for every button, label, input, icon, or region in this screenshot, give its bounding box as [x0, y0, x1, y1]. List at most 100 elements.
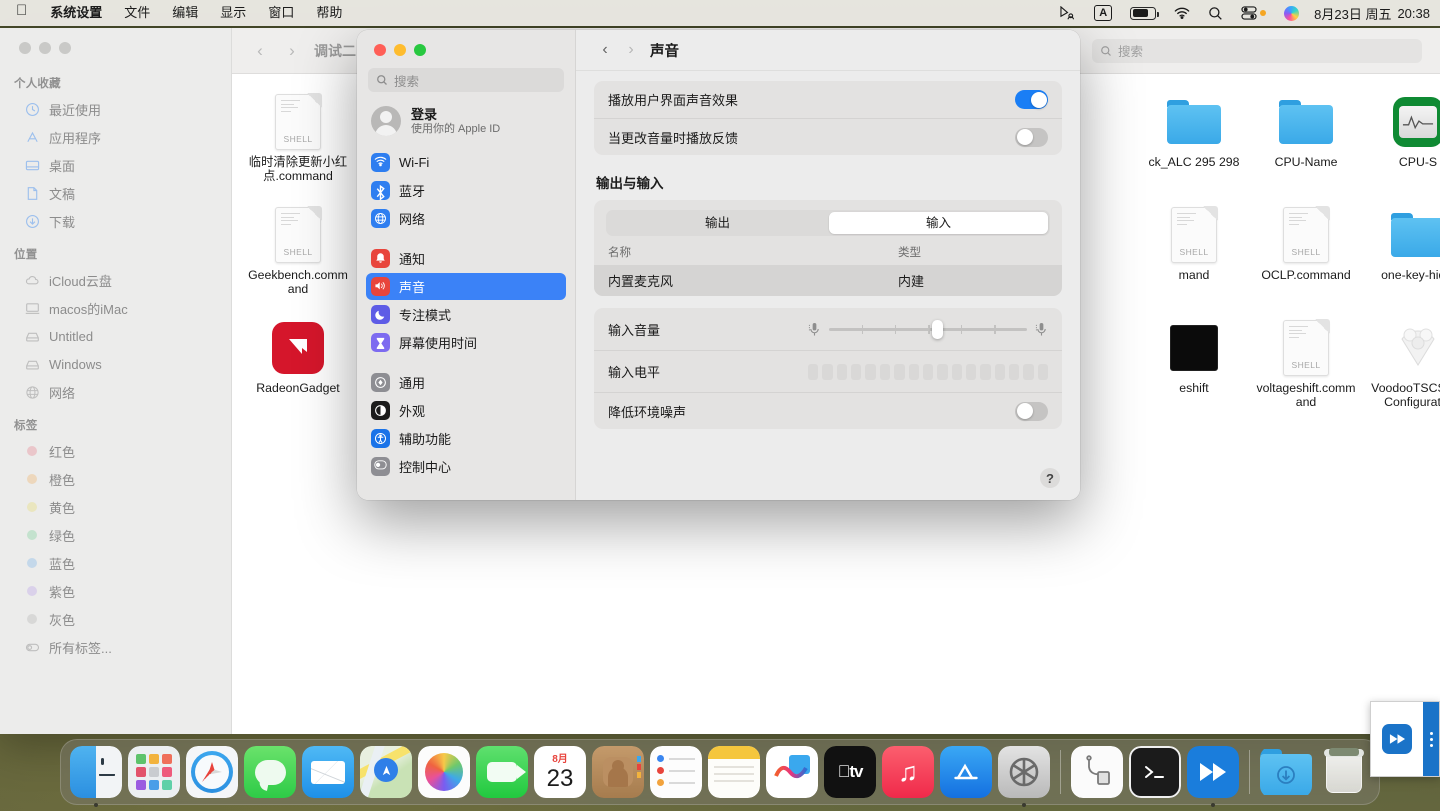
dock-item-[interactable]: ♫: [882, 746, 934, 798]
battery-icon[interactable]: [1121, 7, 1165, 20]
dock-item-finder[interactable]: [70, 746, 122, 798]
system-settings-window[interactable]: 搜索 登录 使用你的 Apple ID Wi-Fi蓝牙网络通知声音专注模式屏幕使…: [357, 30, 1080, 500]
file-item[interactable]: SHELL临时清除更新小红点.command: [242, 88, 354, 201]
sidebar-item-[interactable]: 橙色: [8, 465, 223, 493]
file-item[interactable]: VoodooTSCSync Configurator: [1362, 314, 1440, 427]
notes-icon[interactable]: [708, 746, 760, 798]
input-volume-row[interactable]: 输入音量: [594, 308, 1062, 350]
menubar-date[interactable]: 8月23日 周五: [1308, 4, 1391, 23]
menu-item-view[interactable]: 显示: [209, 0, 257, 26]
freeform-icon[interactable]: [766, 746, 818, 798]
sidebar-item-[interactable]: 红色: [8, 437, 223, 465]
menu-item-app[interactable]: 系统设置: [39, 0, 113, 26]
dock-item-[interactable]: [708, 746, 760, 798]
finder-minimize-button[interactable]: [39, 42, 51, 54]
appstore-icon[interactable]: [940, 746, 992, 798]
settings-sidebar-item-[interactable]: 蓝牙: [366, 177, 566, 204]
apple-id-signin-row[interactable]: 登录 使用你的 Apple ID: [357, 102, 575, 148]
settings-sidebar-item-[interactable]: 通用: [366, 369, 566, 396]
dock-item-[interactable]: [592, 746, 644, 798]
input-source-A-icon[interactable]: A: [1085, 5, 1121, 21]
tab-output[interactable]: 输出: [608, 212, 827, 234]
contacts-icon[interactable]: [592, 746, 644, 798]
settings-sidebar-item-[interactable]: 外观: [366, 397, 566, 424]
dock-item-[interactable]: [418, 746, 470, 798]
finder-close-button[interactable]: [19, 42, 31, 54]
todesk-icon[interactable]: [1187, 746, 1239, 798]
input-volume-knob[interactable]: [932, 320, 943, 339]
terminal-icon[interactable]: [1129, 746, 1181, 798]
dock-item-[interactable]: [302, 746, 354, 798]
dock-item-todesk[interactable]: [1187, 746, 1239, 798]
file-item[interactable]: ck_ALC 295 298: [1138, 88, 1250, 201]
sidebar-item-[interactable]: 应用程序: [8, 123, 223, 151]
settings-sidebar-item-[interactable]: 屏幕使用时间: [366, 329, 566, 356]
file-item[interactable]: one-key-hidpi: [1362, 201, 1440, 314]
maps-icon[interactable]: [360, 746, 412, 798]
trash-icon[interactable]: [1318, 746, 1370, 798]
dock-item-[interactable]: [244, 746, 296, 798]
control-center-icon[interactable]: [1232, 6, 1275, 20]
ui-sound-effects-row[interactable]: 播放用户界面声音效果: [594, 81, 1062, 118]
file-item[interactable]: SHELLOCLP.command: [1250, 201, 1362, 314]
settings-zoom-button[interactable]: [414, 44, 426, 56]
sidebar-item-[interactable]: 黄色: [8, 493, 223, 521]
sidebar-item-untitled[interactable]: Untitled: [8, 322, 223, 350]
settings-sidebar-item-[interactable]: 网络: [366, 205, 566, 232]
siri-icon[interactable]: [1275, 6, 1308, 21]
dock-item-[interactable]: [128, 746, 180, 798]
sidebar-item-[interactable]: 文稿: [8, 179, 223, 207]
downloads-folder-icon[interactable]: [1260, 746, 1312, 798]
photos-icon[interactable]: [418, 746, 470, 798]
settings-sidebar-item-wi-fi[interactable]: Wi-Fi: [366, 149, 566, 176]
screen-sharing-icon[interactable]: [1050, 6, 1085, 20]
dock-item-[interactable]: [1260, 746, 1312, 798]
messages-icon[interactable]: [244, 746, 296, 798]
dock-item-safari[interactable]: [186, 746, 238, 798]
file-item[interactable]: CPU-Name: [1250, 88, 1362, 201]
finder-back-button[interactable]: ‹: [250, 41, 270, 61]
file-item[interactable]: CPU-S: [1362, 88, 1440, 201]
settings-traffic-lights[interactable]: [357, 30, 575, 64]
finder-traffic-lights[interactable]: [0, 34, 231, 64]
menu-item-help[interactable]: 帮助: [305, 0, 353, 26]
settings-sidebar-item-[interactable]: 声音: [366, 273, 566, 300]
menu-item-file[interactable]: 文件: [113, 0, 161, 26]
wifi-icon[interactable]: [1165, 7, 1199, 19]
ambient-noise-toggle[interactable]: [1015, 402, 1048, 421]
safari-icon[interactable]: [186, 746, 238, 798]
input-volume-slider[interactable]: [829, 328, 1027, 331]
sidebar-item-[interactable]: 紫色: [8, 577, 223, 605]
file-item[interactable]: SHELLvoltageshift.command: [1250, 314, 1362, 427]
hackintool-icon[interactable]: [1071, 746, 1123, 798]
sidebar-item-[interactable]: 网络: [8, 378, 223, 406]
sidebar-item-macosimac[interactable]: macos的iMac: [8, 294, 223, 322]
finder-sidebar[interactable]: 个人收藏最近使用应用程序桌面文稿下载位置iCloud云盘macos的iMacUn…: [0, 28, 232, 734]
sidebar-item-[interactable]: 绿色: [8, 521, 223, 549]
sidebar-item-[interactable]: 下载: [8, 207, 223, 235]
finder-zoom-button[interactable]: [59, 42, 71, 54]
calendar-icon[interactable]: 8月23: [534, 746, 586, 798]
output-input-segmented-control[interactable]: 输出 输入: [606, 210, 1050, 236]
settings-search-field[interactable]: 搜索: [368, 68, 564, 92]
sidebar-item-[interactable]: 蓝色: [8, 549, 223, 577]
finder-search-field[interactable]: 搜索: [1092, 39, 1422, 63]
reminders-icon[interactable]: [650, 746, 702, 798]
tab-input[interactable]: 输入: [829, 212, 1048, 234]
system-settings-icon[interactable]: [998, 746, 1050, 798]
settings-close-button[interactable]: [374, 44, 386, 56]
dock-item-appstore[interactable]: [940, 746, 992, 798]
sidebar-item-[interactable]: 桌面: [8, 151, 223, 179]
facetime-icon[interactable]: [476, 746, 528, 798]
dock-item-facetime[interactable]: [476, 746, 528, 798]
finder-forward-button[interactable]: ›: [282, 41, 302, 61]
settings-forward-button[interactable]: ›: [618, 41, 644, 59]
file-item[interactable]: RadeonGadget: [242, 314, 354, 427]
dock-item-appletv[interactable]: tv: [824, 746, 876, 798]
settings-sidebar-item-[interactable]: 专注模式: [366, 301, 566, 328]
sidebar-item-[interactable]: 灰色: [8, 605, 223, 633]
file-item[interactable]: eshift: [1138, 314, 1250, 427]
volume-feedback-toggle[interactable]: [1015, 128, 1048, 147]
menu-item-window[interactable]: 窗口: [257, 0, 305, 26]
file-item[interactable]: SHELLGeekbench.command: [242, 201, 354, 314]
